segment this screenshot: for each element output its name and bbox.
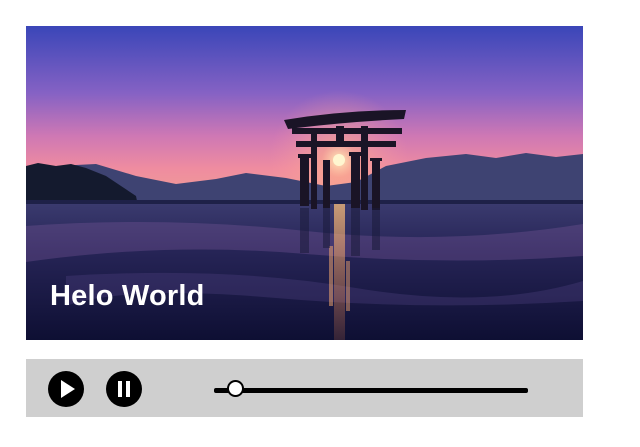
pause-button[interactable] — [106, 371, 142, 407]
video-frame[interactable]: Helo World — [26, 26, 583, 340]
video-caption: Helo World — [50, 280, 205, 312]
video-player: Helo World — [26, 26, 583, 340]
control-bar — [26, 359, 583, 417]
pause-icon — [107, 372, 141, 406]
play-button[interactable] — [48, 371, 84, 407]
seek-bar[interactable] — [214, 380, 528, 397]
play-icon — [49, 372, 83, 406]
seek-thumb[interactable] — [226, 380, 244, 397]
